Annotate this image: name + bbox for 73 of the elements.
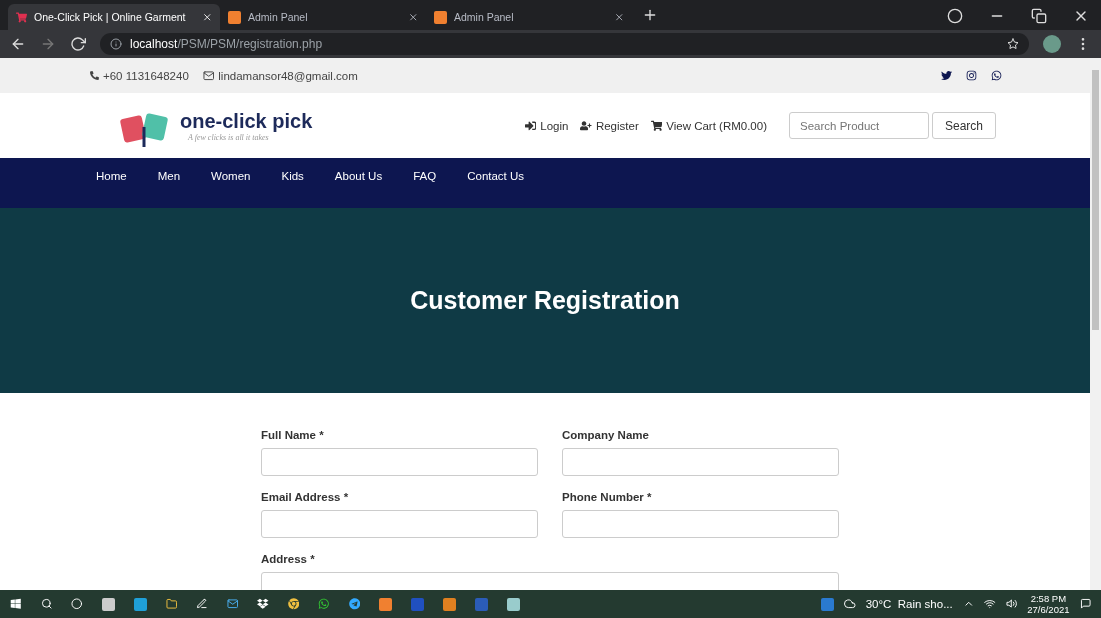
info-icon [110,38,122,50]
close-icon[interactable] [407,11,418,23]
dropbox-icon[interactable] [257,598,269,610]
header-link[interactable]: Login [524,119,569,132]
nav-link[interactable]: Contact Us [467,170,525,184]
input-field[interactable] [261,448,538,476]
telegram-icon[interactable] [348,598,360,610]
profile-avatar[interactable] [1043,35,1061,53]
scrollbar[interactable] [1090,58,1101,590]
nav-link[interactable]: Home [96,170,127,184]
browser-tab[interactable]: One-Click Pick | Online Garment [8,4,220,30]
search-field[interactable]: Search Product [789,112,929,139]
app-icon[interactable] [379,597,392,611]
weather-icon[interactable] [844,598,856,610]
cart-icon [16,11,27,23]
header-link[interactable]: Register [580,119,639,132]
new-tab-icon[interactable] [642,7,658,23]
whatsapp-icon[interactable] [318,598,330,610]
login-icon [524,119,537,132]
mail-icon [202,69,215,82]
nav-link[interactable]: Kids [281,170,304,184]
notifications-icon[interactable] [1079,598,1091,610]
circle-icon[interactable] [71,598,83,610]
close-icon[interactable] [613,11,624,23]
search-button[interactable]: Search [932,112,996,139]
nav-link[interactable]: About Us [334,170,383,184]
chrome-icon[interactable] [287,598,299,610]
app-icon [228,10,241,24]
app-icon[interactable] [443,597,456,611]
page-title: Customer Registration [410,286,680,315]
url-text: localhost/PSM/PSM/registration.php [130,37,323,51]
whatsapp-icon[interactable] [991,70,1002,81]
nav-link[interactable]: FAQ [413,170,437,184]
input-field[interactable] [562,448,839,476]
windows-icon[interactable] [10,598,22,610]
pen-icon[interactable] [196,598,208,610]
mail-icon[interactable] [226,598,238,610]
header-link[interactable]: View Cart (RM0.00) [650,119,767,132]
tagline: A few clicks is all it takes [188,132,270,142]
forward-icon[interactable] [40,36,56,52]
nav-link[interactable]: Women [211,170,251,184]
field-label: Company Name [562,429,650,441]
field-label: Email Address * [261,491,350,503]
email-address: lindamansor48@gmail.com [218,69,358,82]
clock[interactable]: 2:58 PM 27/6/2021 [1027,593,1070,615]
close-icon[interactable] [201,11,212,23]
cart-icon [650,119,663,132]
folder-icon[interactable] [165,598,177,610]
brand-name: one-click pick [180,109,313,133]
volume-icon[interactable] [1005,598,1018,610]
browser-tab[interactable]: Admin Panel [426,4,632,30]
instagram-icon[interactable] [966,70,977,81]
phone-icon [90,71,99,80]
restore-icon[interactable] [1031,8,1047,24]
input-field[interactable] [261,510,538,538]
address-bar[interactable]: localhost/PSM/PSM/registration.php [100,33,1029,55]
input-field[interactable] [562,510,839,538]
app-icon [434,10,447,24]
user-plus-icon [580,119,592,132]
weather-text[interactable]: 30°C Rain sho... [865,598,953,610]
nav-link[interactable]: Men [157,170,181,184]
field-label: Full Name * [261,429,325,441]
field-label: Phone Number * [562,491,653,503]
app-icon[interactable] [133,597,147,611]
search-icon[interactable] [40,598,52,610]
reload-icon[interactable] [70,36,86,52]
phone-number: +60 1131648240 [103,69,189,82]
star-icon[interactable] [1007,38,1019,50]
network-icon[interactable] [984,598,996,610]
field-label: Address * [261,553,316,565]
back-icon[interactable] [10,36,26,52]
twitter-icon[interactable] [941,70,952,81]
browser-tab[interactable]: Admin Panel [220,4,426,30]
